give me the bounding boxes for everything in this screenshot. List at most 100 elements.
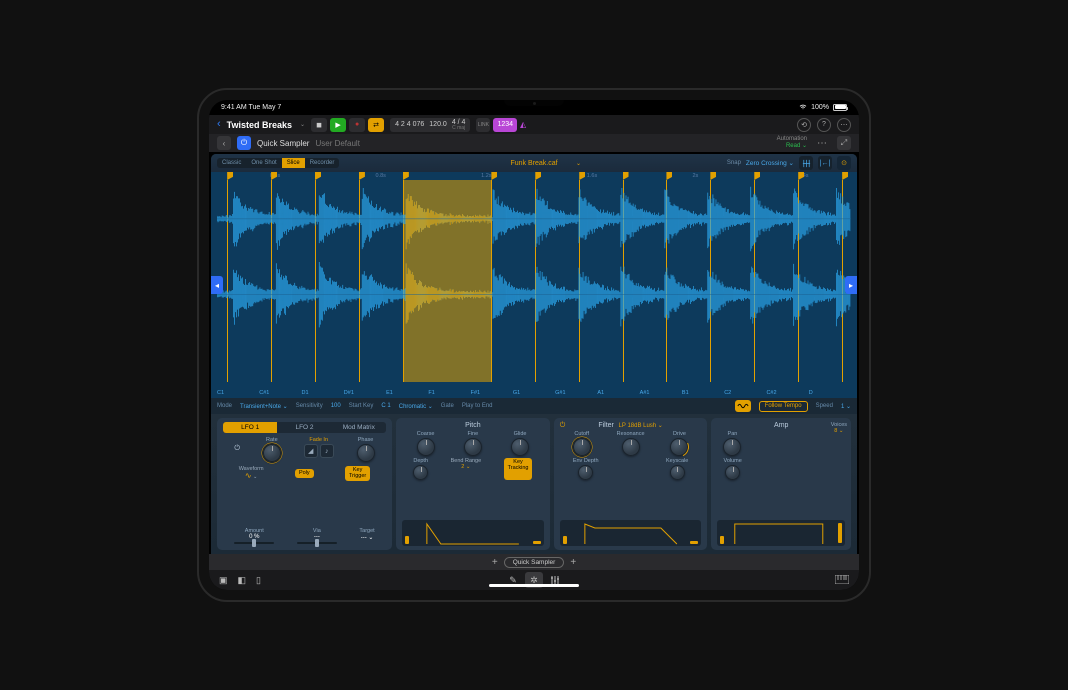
rate-knob[interactable] — [263, 444, 281, 462]
coarse-knob[interactable] — [417, 438, 435, 456]
amp-envelope[interactable] — [717, 520, 845, 546]
record-button[interactable]: ● — [349, 118, 365, 132]
fade-toggle-b[interactable]: ♪ — [320, 444, 334, 458]
cycle-button[interactable]: ⇄ — [368, 118, 384, 132]
link-button[interactable]: LINK — [476, 118, 490, 132]
lfo-tab-lfo-1[interactable]: LFO 1 — [223, 422, 277, 433]
pan-knob[interactable] — [723, 438, 741, 456]
plugin-name[interactable]: Quick Sampler — [257, 139, 309, 148]
waveform-display[interactable]: 0.4s0.8s1.2s1.6s2s2.4s ◂ ▸ C1C#1D1D#1E1F… — [211, 172, 857, 398]
plugin-power-button[interactable]: ⏻ — [237, 136, 251, 150]
scroll-right-button[interactable]: ▸ — [845, 276, 857, 294]
crop-icon[interactable]: |←| — [818, 156, 832, 170]
file-dropdown-icon[interactable]: ⌄ — [576, 160, 581, 167]
metronome-icon[interactable]: ◭ — [520, 120, 526, 129]
target-selector[interactable]: Target--- ⌄ — [359, 528, 374, 546]
mode-tab-slice[interactable]: Slice — [282, 158, 305, 168]
pitch-envelope[interactable] — [402, 520, 544, 546]
status-time: 9:41 AM Tue May 7 — [221, 104, 281, 111]
resonance-knob[interactable] — [622, 438, 640, 456]
sync-icon-button[interactable] — [735, 400, 751, 412]
amount-control[interactable]: Amount0 % — [234, 528, 274, 546]
lfo-tab-mod-matrix[interactable]: Mod Matrix — [332, 422, 386, 433]
help-button[interactable]: ? — [817, 118, 831, 132]
cutoff-knob[interactable] — [573, 438, 591, 456]
startkey-value[interactable]: C 1 — [381, 403, 390, 409]
library-icon[interactable]: ◧ — [238, 575, 247, 586]
camera-icon[interactable]: ▣ — [219, 575, 228, 586]
key-trigger-toggle[interactable]: Key Trigger — [345, 466, 370, 481]
fade-label[interactable]: Fade In — [309, 437, 328, 443]
add-plugin-left[interactable]: + — [492, 557, 498, 568]
back-chevron-icon[interactable]: ‹ — [217, 119, 221, 130]
key-label: C#1 — [259, 390, 301, 396]
settings-button[interactable]: ⋯ — [837, 118, 851, 132]
key-label: G#1 — [555, 390, 597, 396]
poly-toggle[interactable]: Poly — [295, 469, 314, 479]
filter-title: ⏻Filter LP 18dB Lush ⌄ — [560, 422, 702, 429]
snap-value[interactable]: Zero Crossing ⌄ — [746, 159, 794, 167]
lfo-power-icon[interactable]: ⏻ — [234, 445, 240, 453]
stop-button[interactable]: ◼ — [311, 118, 327, 132]
env-depth-knob[interactable] — [578, 465, 593, 480]
filter-power-icon[interactable]: ⏻ — [560, 422, 566, 430]
via-control[interactable]: Via--- — [297, 528, 337, 546]
plugin-preset[interactable]: User Default — [315, 139, 359, 148]
flex-icon[interactable] — [799, 156, 813, 170]
gate-value[interactable]: Play to End — [462, 403, 493, 409]
key-tracking-toggle[interactable]: Key Tracking — [504, 458, 533, 480]
plugin-slot-pill[interactable]: Quick Sampler — [504, 557, 565, 568]
plugin-more-icon[interactable]: ⋯ — [817, 138, 827, 149]
sensitivity-value[interactable]: 100 — [331, 403, 341, 409]
mode-tab-one-shot[interactable]: One Shot — [246, 158, 281, 168]
speed-value[interactable]: 1 ⌄ — [841, 403, 851, 410]
project-dropdown-icon[interactable]: ⌄ — [300, 121, 305, 128]
key-label: C1 — [217, 390, 259, 396]
scroll-left-button[interactable]: ◂ — [211, 276, 223, 294]
keyboard-icon[interactable] — [835, 575, 849, 586]
key-label: B1 — [682, 390, 724, 396]
phase-knob[interactable] — [357, 444, 375, 462]
fade-toggle-a[interactable]: ◢ — [304, 444, 318, 458]
count-in-button[interactable]: 1234 — [493, 118, 517, 132]
mode-tab-recorder[interactable]: Recorder — [305, 158, 340, 168]
plugin-expand-button[interactable]: ⤢ — [837, 136, 851, 150]
mode-value[interactable]: Transient+Note ⌄ — [240, 403, 288, 410]
chromatic-value[interactable]: Chromatic ⌄ — [399, 403, 433, 410]
undo-button[interactable]: ⟲ — [797, 118, 811, 132]
filter-type-selector[interactable]: LP 18dB Lush ⌄ — [617, 423, 663, 429]
lcd-display[interactable]: 4 2 4 076 120.0 4 / 4C maj — [390, 118, 470, 132]
bend-range-selector[interactable]: Bend Range2 ⌄ — [451, 458, 482, 480]
bottom-toolbar: ▣ ◧ ▯ ✎ ✲ — [209, 570, 859, 590]
browser-icon[interactable]: ▯ — [256, 575, 261, 586]
keyscale-knob[interactable] — [670, 465, 685, 480]
lfo-tabs: LFO 1LFO 2Mod Matrix — [223, 422, 386, 433]
more-options-icon[interactable]: ⊙ — [837, 156, 851, 170]
fine-knob[interactable] — [464, 438, 482, 456]
sample-file-name[interactable]: Funk Break.caf — [510, 160, 557, 167]
mode-tab-classic[interactable]: Classic — [217, 158, 246, 168]
key-label: D — [809, 390, 851, 396]
add-plugin-right[interactable]: + — [570, 557, 576, 568]
key-label: A#1 — [640, 390, 682, 396]
automation-mode[interactable]: Automation Read ⌄ — [777, 136, 807, 149]
filter-panel: ⏻Filter LP 18dB Lush ⌄ Cutoff Resonance … — [554, 418, 708, 550]
drive-knob[interactable] — [670, 438, 688, 456]
key-label: E1 — [386, 390, 428, 396]
lfo-tab-lfo-2[interactable]: LFO 2 — [277, 422, 331, 433]
volume-knob[interactable] — [725, 465, 740, 480]
voices-display[interactable]: Voices8 ⌄ — [831, 422, 847, 434]
waveform-selector[interactable]: Waveform ∿ ⌄ — [239, 466, 264, 481]
play-button[interactable]: ▶ — [330, 118, 346, 132]
amount-slider[interactable] — [234, 542, 274, 544]
battery-icon — [833, 104, 847, 111]
glide-knob[interactable] — [511, 438, 529, 456]
filter-envelope[interactable] — [560, 520, 702, 546]
amp-panel: Amp Voices8 ⌄ Pan Volume — [711, 418, 851, 550]
follow-tempo-button[interactable]: Follow Tempo — [759, 401, 808, 412]
pitch-depth-knob[interactable] — [413, 465, 428, 480]
home-indicator[interactable] — [489, 584, 579, 587]
speed-label: Speed — [816, 403, 833, 409]
plugin-back-button[interactable]: ‹ — [217, 136, 231, 150]
project-title[interactable]: Twisted Breaks — [227, 120, 292, 130]
